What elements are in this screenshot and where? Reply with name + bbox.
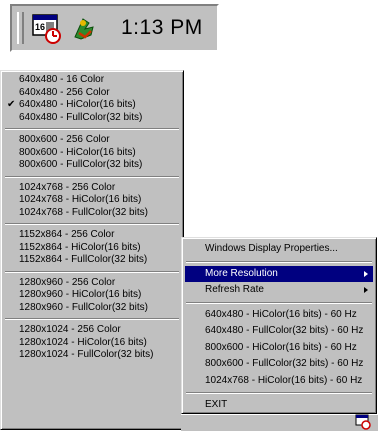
refresh-option-label: 800x600 - HiColor(16 bits) - 60 Hz — [205, 341, 357, 353]
resolution-label: 1152x864 - FullColor(32 bits) — [19, 254, 148, 265]
resolution-menu-item[interactable]: 1280x960 - HiColor(16 bits) — [4, 289, 180, 302]
menu-separator — [186, 301, 372, 304]
refresh-option-label: 800x600 - FullColor(32 bits) - 60 Hz — [205, 358, 364, 369]
resolution-label: 800x600 - 256 Color — [19, 134, 110, 145]
tray-clock[interactable]: 1:13 PM — [121, 16, 203, 40]
resolution-menu-item[interactable]: 800x600 - FullColor(32 bits) — [4, 159, 180, 172]
resolution-label: 1280x960 - FullColor(32 bits) — [19, 301, 148, 313]
menu-separator — [5, 128, 179, 130]
resolution-menu-item[interactable]: 1152x864 - FullColor(32 bits) — [4, 254, 180, 267]
menu-separator — [5, 175, 179, 178]
refresh-option-label: 640x480 - FullColor(32 bits) - 60 Hz — [205, 325, 364, 336]
app-tray-icon[interactable] — [71, 15, 99, 46]
resolution-menu-item[interactable]: 800x600 - 256 Color — [4, 134, 180, 147]
resolution-menu-item[interactable]: 1280x960 - 256 Color — [4, 277, 180, 290]
more-resolution-label: More Resolution — [205, 267, 278, 279]
refresh-option-item[interactable]: 640x480 - HiColor(16 bits) - 60 Hz — [185, 307, 373, 324]
display-resolution-small-icon[interactable] — [355, 414, 371, 433]
resolution-label: 640x480 - FullColor(32 bits) — [19, 111, 143, 123]
refresh-options-list: 640x480 - HiColor(16 bits) - 60 Hz 640x48… — [185, 307, 373, 390]
resolution-label: 640x480 - 256 Color — [19, 86, 110, 98]
resolution-menu: 640x480 - 16 Color 640x480 - 256 Color ✔ 64… — [0, 70, 184, 430]
resolution-menu-item[interactable]: 1280x960 - FullColor(32 bits) — [4, 302, 180, 315]
resolution-label: 800x600 - HiColor(16 bits) — [19, 146, 136, 158]
more-resolution-item[interactable]: More Resolution — [185, 265, 373, 282]
submenu-arrow-icon — [364, 270, 368, 277]
resolution-label: 1024x768 - HiColor(16 bits) — [19, 194, 142, 205]
tray-grip — [17, 12, 24, 44]
exit-item[interactable]: EXIT — [185, 397, 373, 414]
system-tray: 16 1:13 PM — [10, 4, 219, 52]
menu-separator — [186, 392, 372, 394]
menu-separator — [5, 270, 179, 273]
resolution-label: 1024x768 - 256 Color — [19, 181, 116, 193]
display-properties-label: Windows Display Properties... — [205, 243, 338, 254]
checkmark-icon: ✔ — [7, 99, 16, 110]
resolution-menu-item[interactable]: 1024x768 - FullColor(32 bits) — [4, 207, 180, 220]
menu-separator — [5, 318, 179, 320]
resolution-menu-item[interactable]: ✔ 640x480 - HiColor(16 bits) — [4, 99, 180, 112]
taskbar-strip — [181, 414, 378, 431]
resolution-label: 640x480 - HiColor(16 bits) — [19, 99, 136, 110]
resolution-label: 640x480 - 16 Color — [19, 74, 105, 85]
resolution-menu-item[interactable]: 640x480 - 16 Color — [4, 74, 180, 87]
refresh-option-item[interactable]: 640x480 - FullColor(32 bits) - 60 Hz — [185, 323, 373, 340]
resolution-label: 1024x768 - FullColor(32 bits) — [19, 206, 148, 218]
resolution-menu-item[interactable]: 1280x1024 - HiColor(16 bits) — [4, 337, 180, 350]
svg-text:16: 16 — [35, 22, 45, 32]
refresh-rate-item[interactable]: Refresh Rate — [185, 282, 373, 299]
resolution-menu-item[interactable]: 640x480 - FullColor(32 bits) — [4, 112, 180, 125]
resolution-label: 800x600 - FullColor(32 bits) — [19, 159, 143, 170]
resolution-label: 1280x1024 - FullColor(32 bits) — [19, 349, 154, 360]
refresh-option-item[interactable]: 800x600 - FullColor(32 bits) - 60 Hz — [185, 356, 373, 373]
resolution-menu-item[interactable]: 1152x864 - 256 Color — [4, 229, 180, 242]
resolution-menu-item[interactable]: 1280x1024 - FullColor(32 bits) — [4, 349, 180, 362]
menu-separator — [186, 260, 372, 263]
display-resolution-icon[interactable]: 16 — [32, 14, 62, 47]
resolution-menu-item[interactable]: 1152x864 - HiColor(16 bits) — [4, 242, 180, 255]
refresh-rate-label: Refresh Rate — [205, 284, 264, 295]
refresh-option-label: 640x480 - HiColor(16 bits) - 60 Hz — [205, 308, 357, 320]
resolution-menu-item[interactable]: 1280x1024 - 256 Color — [4, 324, 180, 337]
resolution-label: 1280x960 - 256 Color — [19, 276, 116, 288]
refresh-option-item[interactable]: 800x600 - HiColor(16 bits) - 60 Hz — [185, 340, 373, 357]
refresh-option-item[interactable]: 1024x768 - HiColor(16 bits) - 60 Hz — [185, 373, 373, 390]
resolution-menu-item[interactable]: 800x600 - HiColor(16 bits) — [4, 147, 180, 160]
resolution-menu-item[interactable]: 1024x768 - 256 Color — [4, 182, 180, 195]
submenu-arrow-icon — [364, 287, 368, 293]
resolution-menu-item[interactable]: 640x480 - 256 Color — [4, 87, 180, 100]
resolution-label: 1152x864 - HiColor(16 bits) — [19, 241, 141, 253]
exit-label: EXIT — [205, 399, 228, 410]
resolution-label: 1152x864 - 256 Color — [19, 229, 115, 240]
resolution-label: 1280x960 - HiColor(16 bits) — [19, 289, 142, 300]
display-properties-item[interactable]: Windows Display Properties... — [185, 241, 373, 258]
refresh-option-label: 1024x768 - HiColor(16 bits) - 60 Hz — [205, 374, 363, 386]
resolution-label: 1280x1024 - HiColor(16 bits) — [19, 336, 147, 348]
resolution-menu-item[interactable]: 1024x768 - HiColor(16 bits) — [4, 194, 180, 207]
context-menu: Windows Display Properties... More Resol… — [181, 237, 377, 414]
menu-separator — [5, 223, 179, 225]
resolution-label: 1280x1024 - 256 Color — [19, 324, 121, 335]
